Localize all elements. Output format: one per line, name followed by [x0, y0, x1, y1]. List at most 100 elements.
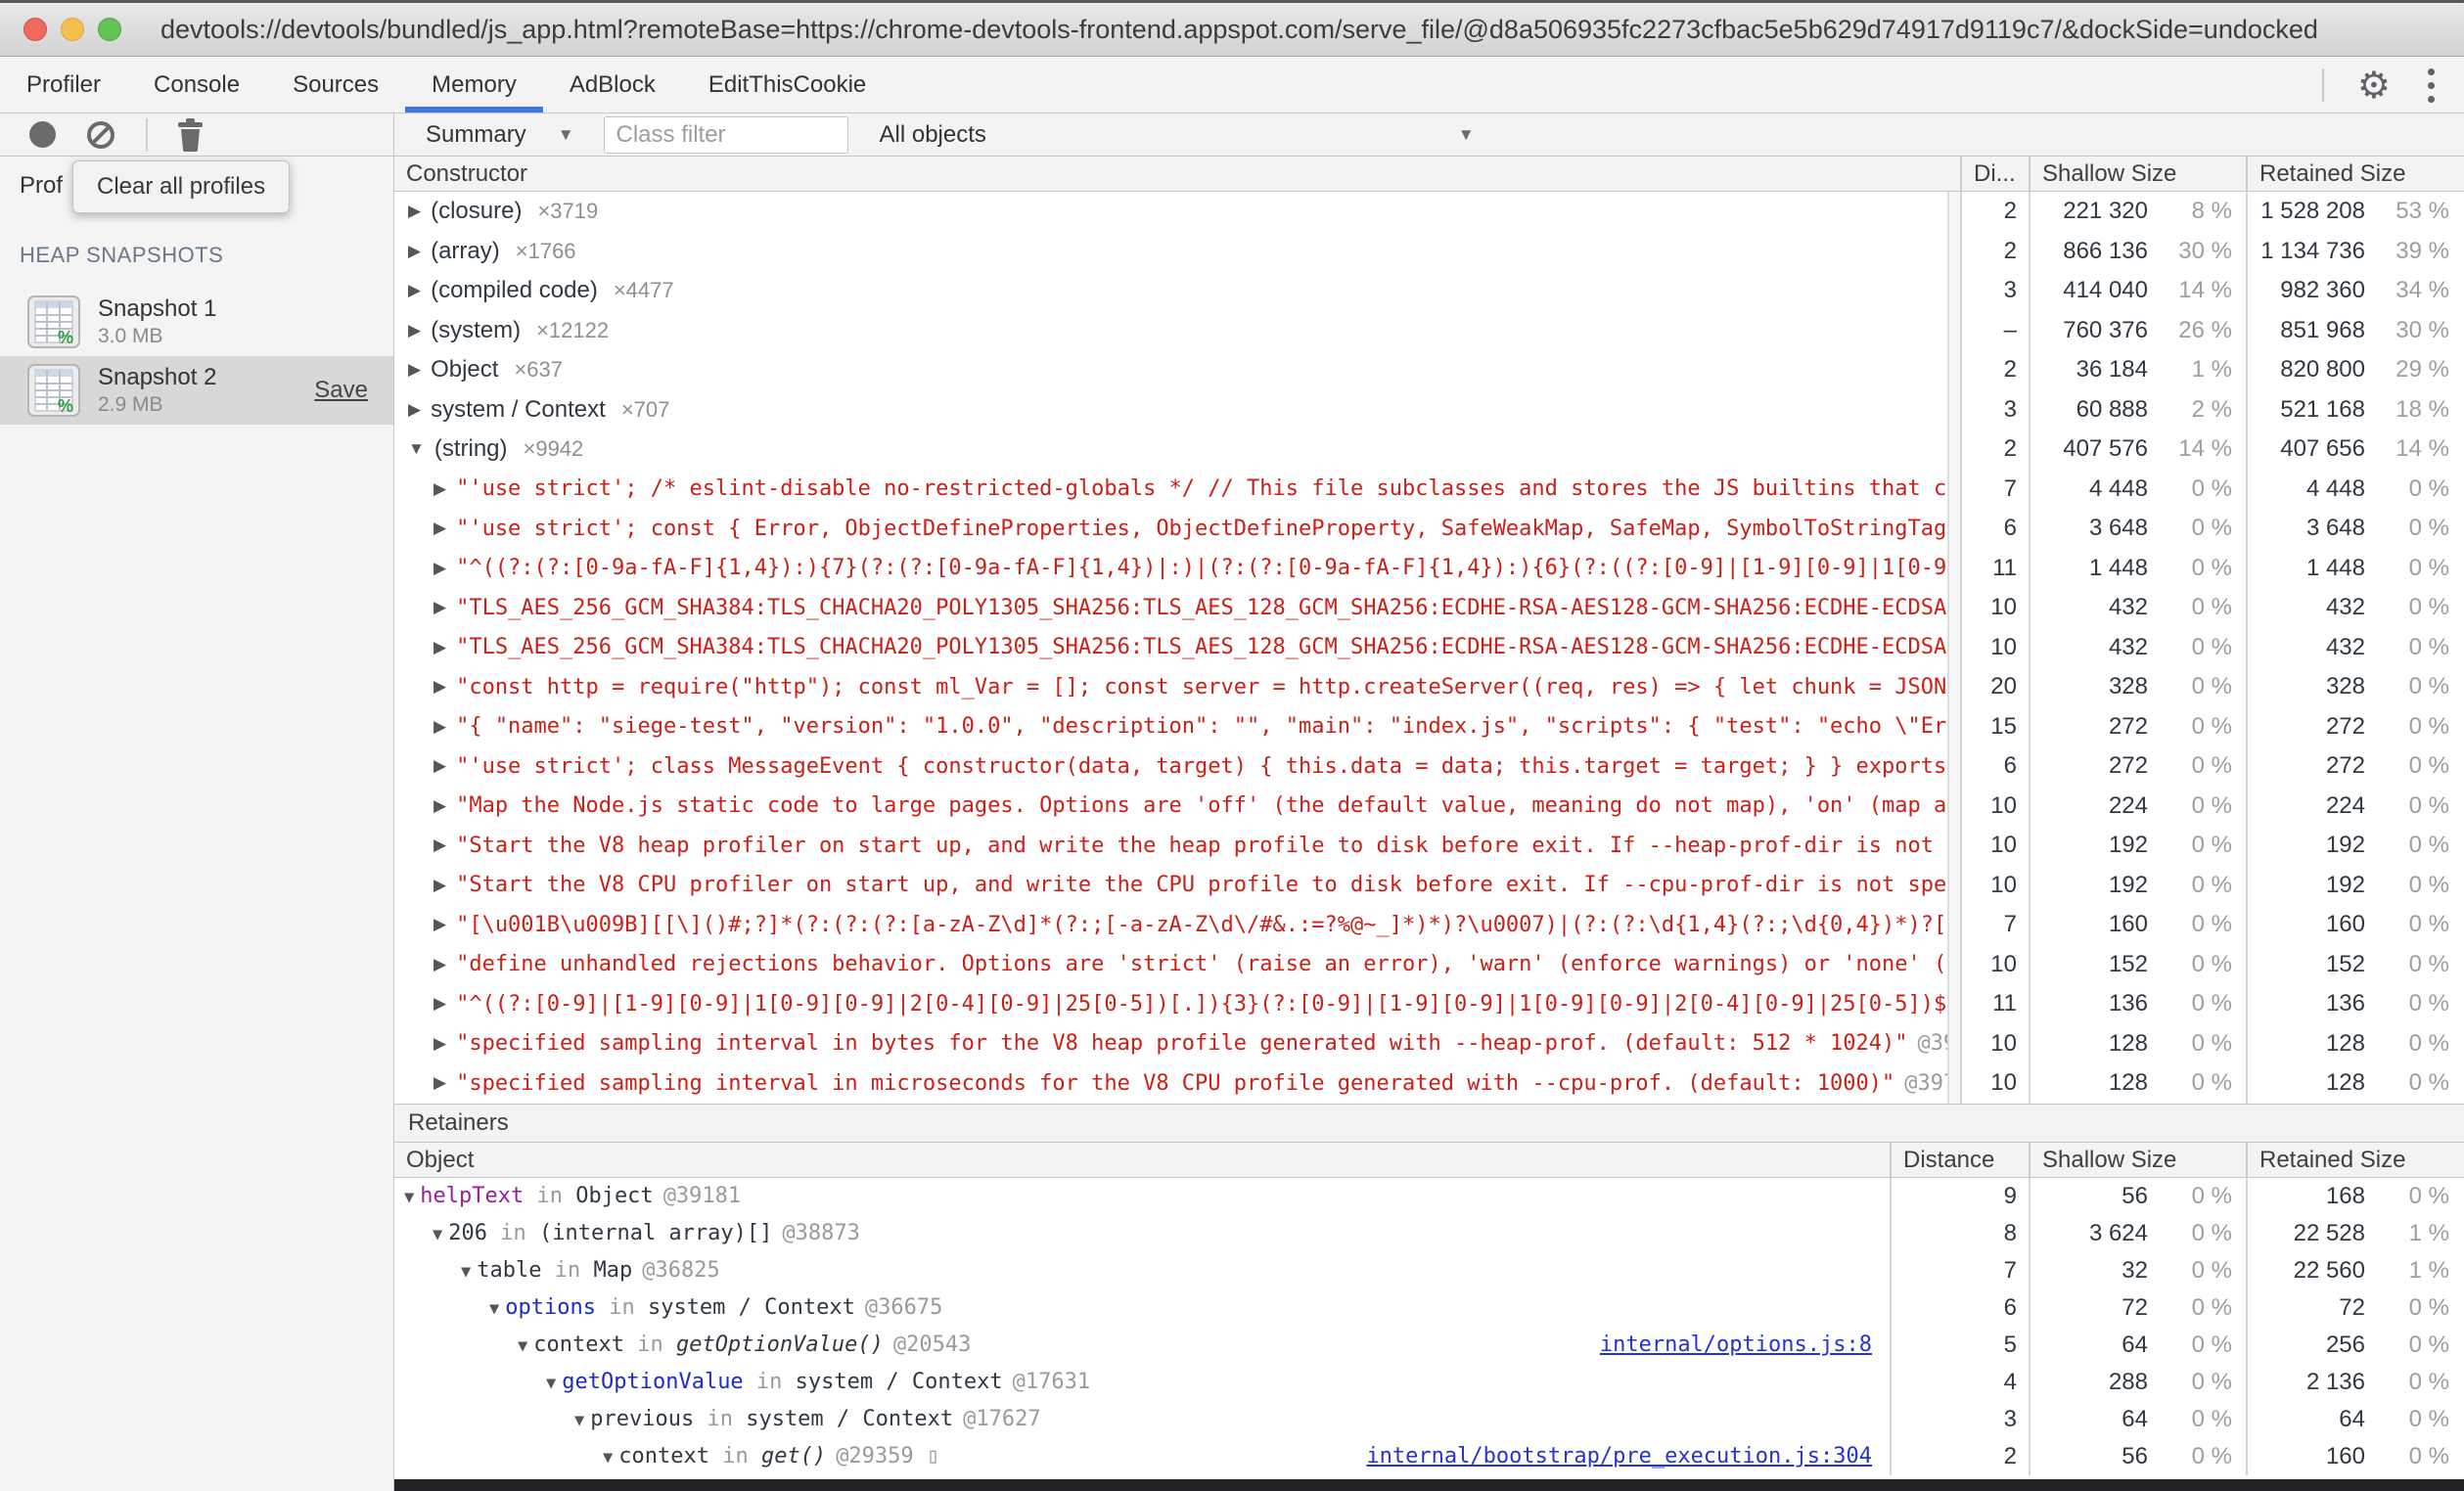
collapse-icon[interactable]: ▼ [433, 1225, 442, 1244]
table-row[interactable]: ▶"{ "name": "siege-test", "version": "1.… [394, 707, 2464, 747]
collapse-icon[interactable]: ▼ [408, 439, 425, 459]
expand-icon[interactable]: ▶ [433, 677, 446, 697]
scrollbar-track[interactable] [1947, 192, 1960, 232]
scrollbar-track[interactable] [1947, 787, 1960, 827]
scrollbar-track[interactable] [1947, 866, 1960, 906]
column-header-distance[interactable]: Di... [1960, 157, 2029, 192]
expand-icon[interactable]: ▶ [433, 559, 446, 578]
tab-memory[interactable]: Memory [405, 57, 543, 113]
tab-adblock[interactable]: AdBlock [543, 57, 682, 113]
snapshot-item[interactable]: %Snapshot 22.9 MBSave [0, 356, 393, 425]
collapse-icon[interactable]: ▼ [518, 1336, 527, 1356]
retainer-row[interactable]: ▼previous in system / Context@176273640 … [394, 1401, 2464, 1438]
table-row[interactable]: ▶"Map the Node.js static code to large p… [394, 787, 2464, 827]
tab-sources[interactable]: Sources [266, 57, 405, 113]
expand-icon[interactable]: ▶ [433, 479, 446, 499]
record-heap-snapshot-button[interactable] [29, 121, 56, 148]
expand-icon[interactable]: ▶ [433, 1034, 446, 1054]
source-location-link[interactable]: internal/bootstrap/pre_execution.js:304 [1366, 1444, 1890, 1468]
scrollbar-track[interactable] [1947, 707, 1960, 747]
collapse-icon[interactable]: ▼ [603, 1448, 613, 1468]
table-row[interactable]: ▶"TLS_AES_256_GCM_SHA384:TLS_CHACHA20_PO… [394, 588, 2464, 628]
expand-icon[interactable]: ▶ [433, 994, 446, 1014]
retainer-row[interactable]: ▼206 in (internal array)[]@3887383 6240 … [394, 1215, 2464, 1252]
table-row[interactable]: ▶"TLS_AES_256_GCM_SHA384:TLS_CHACHA20_PO… [394, 628, 2464, 668]
table-row[interactable]: ▶"^((?:(?:[0-9a-fA-F]{1,4}):){7}(?:(?:[0… [394, 549, 2464, 589]
table-row[interactable]: ▶"Start the V8 CPU profiler on start up,… [394, 866, 2464, 906]
retainers-section-title[interactable]: Retainers [394, 1104, 2464, 1143]
scrollbar-track[interactable] [1947, 350, 1960, 390]
table-row[interactable]: ▶"[\u001B\u009B][[\]()#;?]*(?:(?:(?:[a-z… [394, 905, 2464, 945]
expand-icon[interactable]: ▶ [408, 400, 421, 420]
retainer-row[interactable]: ▼helpText in Object@391819560 %1680 % [394, 1178, 2464, 1215]
expand-icon[interactable]: ▶ [433, 638, 446, 657]
scrollbar-track[interactable] [1947, 984, 1960, 1024]
column-header-shallow-size[interactable]: Shallow Size [2029, 1143, 2246, 1178]
expand-icon[interactable]: ▶ [433, 796, 446, 816]
perspective-select[interactable]: Summary [426, 121, 526, 149]
close-window-button[interactable] [23, 18, 47, 41]
retainer-row[interactable]: ▼table in Map@368257320 %22 5601 % [394, 1252, 2464, 1289]
table-row[interactable]: ▶"Start the V8 heap profiler on start up… [394, 826, 2464, 866]
table-row[interactable]: ▶"'use strict'; class MessageEvent { con… [394, 746, 2464, 787]
retainer-row[interactable]: ▼context in get()@29359 ▯internal/bootst… [394, 1438, 2464, 1475]
retainer-row[interactable]: ▼options in system / Context@366756720 %… [394, 1289, 2464, 1327]
scrollbar-track[interactable] [1947, 826, 1960, 866]
table-row[interactable]: ▶(system)×12122–760 37626 %851 96830 % [394, 311, 2464, 351]
column-header-object[interactable]: Object [394, 1143, 1890, 1178]
scrollbar-track[interactable] [1947, 905, 1960, 945]
collapse-icon[interactable]: ▼ [404, 1188, 414, 1207]
expand-icon[interactable]: ▶ [433, 598, 446, 617]
more-options-menu-icon[interactable] [2424, 65, 2439, 107]
collapse-icon[interactable]: ▼ [546, 1374, 556, 1393]
table-row[interactable]: ▶"'use strict'; const { Error, ObjectDef… [394, 509, 2464, 549]
retainer-row[interactable]: ▼getOptionValue in system / Context@1763… [394, 1364, 2464, 1401]
scrollbar-track[interactable] [1947, 1063, 1960, 1104]
snapshot-item[interactable]: %Snapshot 13.0 MB [0, 288, 393, 356]
zoom-window-button[interactable] [98, 18, 121, 41]
scrollbar-track[interactable] [1947, 311, 1960, 351]
scrollbar-track[interactable] [1947, 628, 1960, 668]
collapse-icon[interactable]: ▼ [574, 1411, 584, 1430]
expand-icon[interactable]: ▶ [408, 360, 421, 380]
scrollbar-track[interactable] [1947, 945, 1960, 985]
expand-icon[interactable]: ▶ [433, 915, 446, 934]
table-row[interactable]: ▶"const http = require("http"); const ml… [394, 667, 2464, 707]
table-row[interactable]: ▼(string)×99422407 57614 %407 65614 % [394, 429, 2464, 470]
expand-icon[interactable]: ▶ [433, 836, 446, 855]
table-row[interactable]: ▶"specified sampling interval in microse… [394, 1063, 2464, 1104]
scrollbar-track[interactable] [1947, 232, 1960, 272]
expand-icon[interactable]: ▶ [408, 281, 421, 300]
scrollbar-track[interactable] [1947, 746, 1960, 787]
retainer-row[interactable]: ▼context in getOptionValue()@20543intern… [394, 1327, 2464, 1364]
table-row[interactable]: ▶"'use strict'; /* eslint-disable no-res… [394, 470, 2464, 510]
tab-console[interactable]: Console [127, 57, 266, 113]
scrollbar-track[interactable] [1947, 429, 1960, 470]
expand-icon[interactable]: ▶ [433, 756, 446, 776]
trash-icon[interactable] [177, 118, 204, 152]
expand-icon[interactable]: ▶ [408, 242, 421, 261]
table-row[interactable]: ▶"define unhandled rejections behavior. … [394, 945, 2464, 985]
objects-filter-select[interactable]: All objects ▼ [880, 121, 1475, 149]
expand-icon[interactable]: ▶ [433, 717, 446, 737]
partially-visible-selected-row[interactable] [394, 1479, 2464, 1491]
table-row[interactable]: ▶(closure)×37192221 3208 %1 528 20853 % [394, 192, 2464, 232]
table-row[interactable]: ▶"^((?:[0-9]|[1-9][0-9]|1[0-9][0-9]|2[0-… [394, 984, 2464, 1024]
expand-icon[interactable]: ▶ [408, 321, 421, 340]
collapse-icon[interactable]: ▼ [461, 1262, 471, 1282]
expand-icon[interactable]: ▶ [433, 876, 446, 895]
clear-all-profiles-button[interactable] [85, 119, 116, 151]
table-row[interactable]: ▶system / Context×707360 8882 %521 16818… [394, 390, 2464, 430]
expand-icon[interactable]: ▶ [433, 1073, 446, 1093]
scrollbar-track[interactable] [1947, 667, 1960, 707]
scrollbar-track[interactable] [1947, 509, 1960, 549]
expand-icon[interactable]: ▶ [433, 955, 446, 974]
scrollbar-track[interactable] [1947, 470, 1960, 510]
column-header-constructor[interactable]: Constructor [394, 157, 1960, 192]
scrollbar-track[interactable] [1947, 549, 1960, 589]
scrollbar-track[interactable] [1947, 390, 1960, 430]
tab-editthiscookie[interactable]: EditThisCookie [682, 57, 892, 113]
class-filter-input[interactable] [604, 116, 848, 154]
column-header-distance[interactable]: Distance [1890, 1143, 2029, 1178]
collapse-icon[interactable]: ▼ [489, 1299, 499, 1319]
